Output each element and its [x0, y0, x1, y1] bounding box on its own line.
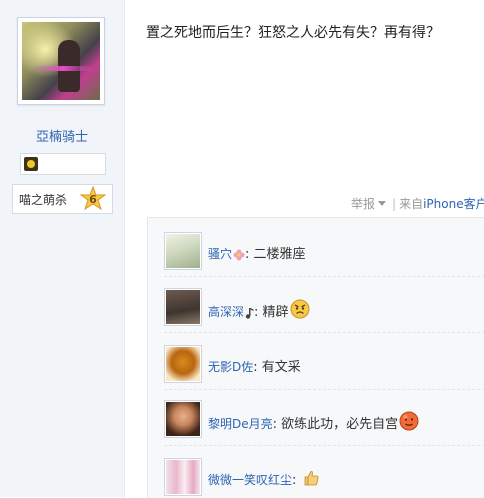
sun-badge-icon[interactable]	[24, 157, 38, 171]
author-avatar-image	[22, 22, 100, 100]
author-sidebar: 亞楠骑士 喵之萌杀 6	[0, 0, 125, 497]
flower-icon	[233, 249, 245, 261]
chevron-down-icon[interactable]	[378, 201, 387, 206]
reply-divider	[164, 276, 484, 277]
reply-divider	[164, 389, 484, 390]
reply-divider	[164, 332, 484, 333]
music-note-icon	[245, 308, 254, 319]
angry-face-emoji	[290, 299, 310, 319]
avatar[interactable]	[164, 458, 202, 496]
reply-username[interactable]: 微微一笑叹红尘	[208, 473, 292, 487]
list-item: 骚穴: 二楼雅座	[164, 232, 484, 272]
client-link[interactable]: iPhone客户	[423, 197, 484, 211]
reply-text: 二楼雅座	[253, 247, 306, 262]
avatar[interactable]	[164, 345, 202, 383]
level-number: 6	[89, 192, 97, 206]
reply-text: 有文采	[261, 360, 301, 375]
reply-username[interactable]: 高深深	[208, 305, 244, 319]
report-link[interactable]: 举报	[351, 197, 375, 211]
author-level[interactable]: 喵之萌杀 6	[12, 184, 113, 214]
level-star-icon: 6	[80, 186, 106, 212]
author-name[interactable]: 亞楠骑士	[0, 126, 124, 145]
list-item: 无影D佐: 有文采	[164, 345, 484, 385]
reply-username[interactable]: 骚穴	[208, 247, 232, 261]
reply-username[interactable]: 黎明De月亮	[208, 417, 273, 431]
source-prefix: 来自	[399, 197, 424, 211]
reply-username[interactable]: 无影D佐	[208, 360, 253, 374]
list-item: 黎明De月亮: 欲练此功，必先自宫	[164, 400, 484, 440]
tail-separator: |	[392, 197, 397, 211]
post-tail: 举报 | 来自iPhone客户	[351, 195, 484, 212]
reply-text: 欲练此功，必先自宫	[281, 417, 399, 432]
red-face-emoji	[399, 411, 419, 431]
author-badge-slot	[20, 153, 106, 175]
reply-list: 骚穴: 二楼雅座 高深深: 精辟 无影D佐: 有文采 黎明De月亮: 欲练此功，…	[147, 217, 484, 498]
author-avatar[interactable]	[17, 17, 105, 105]
level-name: 喵之萌杀	[19, 193, 68, 207]
list-item: 微微一笑叹红尘:	[164, 458, 484, 498]
avatar[interactable]	[164, 288, 202, 326]
avatar[interactable]	[164, 232, 202, 270]
list-item: 高深深: 精辟	[164, 288, 484, 328]
post-content: 置之死地而后生？狂怒之人必先有失？再有得？	[146, 25, 440, 41]
reply-divider	[164, 445, 484, 446]
reply-text: 精辟	[262, 305, 289, 320]
avatar[interactable]	[164, 400, 202, 438]
thumbs-up-emoji	[304, 471, 319, 486]
